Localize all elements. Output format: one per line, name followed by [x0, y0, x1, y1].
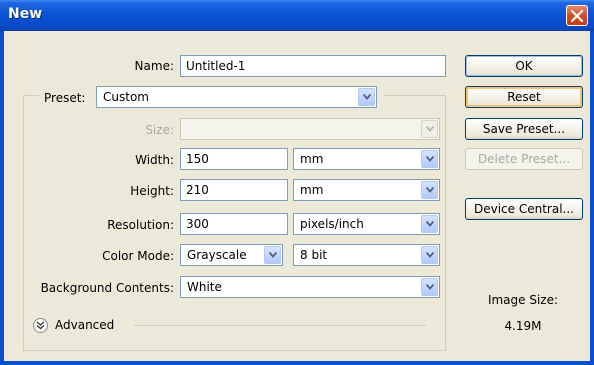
preset-group-border-left: [23, 95, 24, 351]
height-label: Height:: [130, 184, 174, 198]
size-label: Size:: [145, 123, 174, 137]
color-mode-label: Color Mode:: [102, 249, 174, 263]
save-preset-button[interactable]: Save Preset...: [465, 118, 583, 140]
chevron-down-icon[interactable]: [264, 246, 281, 264]
preset-group-border-right: [445, 95, 446, 351]
chevron-down-icon[interactable]: [421, 246, 438, 264]
window-title: New: [8, 6, 43, 22]
chevron-down-icon[interactable]: [421, 278, 438, 296]
advanced-toggle-button[interactable]: [33, 318, 48, 333]
background-contents-select[interactable]: White: [180, 276, 440, 298]
size-select: [180, 118, 440, 140]
width-label: Width:: [135, 153, 174, 167]
bit-depth-value: 8 bit: [300, 248, 328, 262]
width-input[interactable]: 150: [180, 148, 288, 170]
height-input-value: 210: [186, 183, 209, 197]
window-frame-right: [590, 31, 594, 365]
color-mode-value: Grayscale: [187, 248, 247, 262]
resolution-label: Resolution:: [107, 218, 174, 232]
chevron-down-icon[interactable]: [421, 150, 438, 168]
image-size-label: Image Size:: [487, 293, 559, 307]
background-contents-value: White: [187, 280, 222, 294]
chevron-down-icon[interactable]: [358, 88, 375, 106]
bit-depth-select[interactable]: 8 bit: [293, 244, 440, 266]
window-frame-left: [0, 31, 4, 365]
resolution-unit-select[interactable]: pixels/inch: [293, 213, 440, 235]
resolution-input[interactable]: 300: [180, 213, 288, 235]
preset-group-border-top-left: [23, 95, 39, 96]
name-input-value: Untitled-1: [186, 59, 246, 73]
ok-button[interactable]: OK: [465, 55, 583, 77]
chevron-down-icon: [421, 120, 438, 138]
name-input[interactable]: Untitled-1: [180, 55, 446, 77]
window-frame-bottom: [0, 361, 594, 365]
delete-preset-button: Delete Preset...: [465, 148, 583, 170]
preset-select-value: Custom: [103, 90, 149, 104]
advanced-divider: [134, 325, 426, 326]
close-button[interactable]: [566, 5, 588, 26]
reset-button[interactable]: Reset: [465, 86, 583, 108]
device-central-button[interactable]: Device Central...: [465, 198, 583, 220]
height-input[interactable]: 210: [180, 179, 288, 201]
image-size-value: 4.19M: [504, 319, 542, 333]
preset-select[interactable]: Custom: [96, 86, 377, 108]
title-bar[interactable]: New: [0, 0, 594, 31]
preset-group-border-top-right: [384, 95, 446, 96]
width-unit-select[interactable]: mm: [293, 148, 440, 170]
chevron-down-icon[interactable]: [421, 181, 438, 199]
preset-label: Preset:: [44, 91, 86, 105]
resolution-input-value: 300: [186, 217, 209, 231]
advanced-label[interactable]: Advanced: [55, 318, 114, 332]
width-input-value: 150: [186, 152, 209, 166]
chevron-down-icon[interactable]: [421, 215, 438, 233]
resolution-unit-value: pixels/inch: [300, 217, 364, 231]
color-mode-select[interactable]: Grayscale: [180, 244, 283, 266]
height-unit-value: mm: [300, 183, 324, 197]
name-label: Name:: [134, 59, 174, 73]
height-unit-select[interactable]: mm: [293, 179, 440, 201]
background-contents-label: Background Contents:: [40, 281, 174, 295]
width-unit-value: mm: [300, 152, 324, 166]
preset-group-border-bottom: [23, 350, 446, 351]
new-document-dialog: New Name: Untitled-1 Preset: Custom Size…: [0, 0, 594, 365]
